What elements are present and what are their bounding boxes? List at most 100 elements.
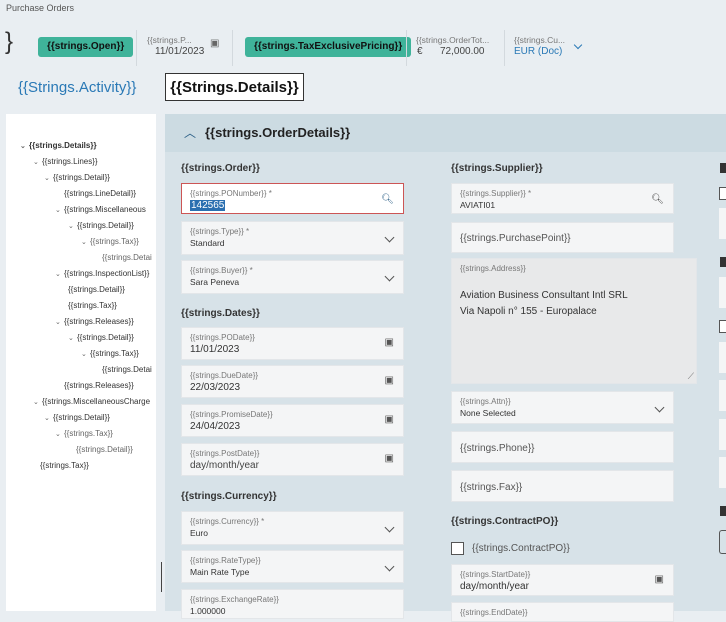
calendar-icon[interactable]: ▣ (655, 574, 664, 585)
resize-grip-icon[interactable]: ⟋ (688, 371, 694, 382)
chevron-down-icon[interactable]: ⌄ (68, 222, 77, 230)
exchange-rate-value[interactable]: 1.000000 (190, 606, 225, 616)
post-date-field[interactable]: {{strings.PostDate}} day/month/year ▣ (181, 443, 404, 476)
supplier-field[interactable]: {{strings.Supplier}} * AVIATI01 🔍︎ (451, 183, 674, 214)
chevron-up-icon[interactable]: ︿ (184, 124, 196, 141)
clipped-field[interactable] (719, 419, 726, 450)
chevron-down-icon[interactable] (384, 232, 395, 243)
due-date-input[interactable]: 22/03/2023 (190, 382, 240, 393)
chevron-down-icon[interactable]: ⌄ (33, 398, 42, 406)
attn-label: {{strings.Attn}} (460, 397, 511, 406)
calendar-icon[interactable]: ▣ (385, 414, 394, 425)
tree-item[interactable]: ⌄ {{strings.Detail}} (68, 221, 156, 230)
tab-details[interactable]: {{Strings.Details}} (165, 73, 304, 101)
header-bar (0, 0, 726, 118)
po-number-field[interactable]: {{strings.PONumber}} * 142565 🔍︎ (181, 183, 404, 214)
tree-item[interactable]: ⌄ {{strings.Tax}} (81, 237, 156, 246)
supplier-value[interactable]: AVIATI01 (460, 200, 495, 210)
tree-item[interactable]: {{strings.Tax}} (68, 301, 156, 310)
phone-field[interactable]: {{strings.Phone}} (451, 431, 674, 463)
tree-item[interactable]: {{strings.Tax}} (40, 461, 156, 470)
tree-item[interactable]: {{strings.LineDetail}} (64, 189, 156, 198)
post-date-input[interactable]: day/month/year (190, 460, 259, 471)
resize-handle[interactable] (161, 562, 162, 592)
promise-date-input[interactable]: 24/04/2023 (190, 421, 240, 432)
calendar-icon[interactable]: ▣ (385, 453, 394, 464)
lookup-icon[interactable]: 🔍︎ (651, 194, 664, 205)
start-date-field[interactable]: {{strings.StartDate}} day/month/year ▣ (451, 564, 674, 596)
po-date-field[interactable]: {{strings.PODate}} 11/01/2023 ▣ (181, 327, 404, 360)
tree-item[interactable]: {{strings.Detai (102, 365, 156, 374)
start-date-input[interactable]: day/month/year (460, 581, 529, 592)
post-date-label: {{strings.PostDate}} (190, 449, 260, 458)
tree-item[interactable]: ⌄ {{strings.Tax}} (55, 429, 156, 438)
clipped-field[interactable] (719, 277, 726, 308)
due-date-field[interactable]: {{strings.DueDate}} 22/03/2023 ▣ (181, 365, 404, 398)
chevron-down-icon[interactable]: ⌄ (44, 174, 53, 182)
tree-item[interactable]: ⌄ {{strings.Details}} (20, 141, 156, 150)
attn-select[interactable]: {{strings.Attn}} None Selected (451, 391, 674, 424)
end-date-field[interactable]: {{strings.EndDate}} (451, 602, 674, 622)
tree-item-label: {{strings.LineDetail}} (64, 189, 137, 198)
chevron-down-icon[interactable] (384, 522, 395, 533)
calendar-icon[interactable]: ▣ (385, 375, 394, 386)
tree-item[interactable]: ⌄ {{strings.MiscellaneousCharge (33, 397, 156, 406)
chevron-down-icon[interactable]: ⌄ (68, 334, 77, 342)
collapse-brace-icon[interactable]: } (5, 30, 13, 54)
chevron-down-icon[interactable]: ⌄ (20, 142, 29, 150)
buyer-label: {{strings.Buyer}} * (190, 266, 253, 275)
contract-po-checkbox[interactable] (451, 542, 464, 555)
clipped-button[interactable] (719, 530, 726, 554)
type-select[interactable]: {{strings.Type}} * Standard (181, 221, 404, 255)
clipped-field[interactable] (719, 342, 726, 373)
tree-item[interactable]: ⌄ {{strings.Miscellaneous (55, 205, 156, 214)
chevron-down-icon[interactable] (384, 561, 395, 572)
buyer-select[interactable]: {{strings.Buyer}} * Sara Peneva (181, 260, 404, 294)
clipped-field[interactable] (719, 457, 726, 488)
currency-dropdown[interactable]: EUR (Doc) (514, 46, 562, 57)
tree-item[interactable]: ⌄ {{strings.Detail}} (44, 173, 156, 182)
po-date-input[interactable]: 11/01/2023 (190, 344, 239, 355)
clipped-field[interactable] (719, 380, 726, 411)
rate-type-label: {{strings.RateType}} (190, 556, 261, 565)
tree-item[interactable]: ⌄ {{strings.Detail}} (68, 333, 156, 342)
clipped-checkbox[interactable] (719, 187, 726, 200)
chevron-down-icon[interactable]: ⌄ (81, 238, 90, 246)
status-badge: {{strings.Open}} (38, 37, 134, 57)
tree-item[interactable]: {{strings.Releases}} (64, 381, 156, 390)
tree-item[interactable]: ⌄ {{strings.Tax}} (81, 349, 156, 358)
chevron-down-icon[interactable]: ⌄ (55, 430, 64, 438)
tree-item[interactable]: ⌄ {{strings.InspectionList}} (55, 269, 156, 278)
chevron-down-icon[interactable] (654, 402, 665, 413)
calendar-icon[interactable]: ▣ (385, 337, 394, 348)
chevron-down-icon[interactable]: ⌄ (81, 350, 90, 358)
breadcrumb[interactable]: Purchase Orders (6, 3, 74, 13)
tab-activity[interactable]: {{Strings.Activity}} (18, 79, 136, 96)
calendar-icon[interactable]: ▣ (210, 38, 219, 49)
chevron-down-icon[interactable] (384, 271, 395, 282)
promise-date-field[interactable]: {{strings.PromiseDate}} 24/04/2023 ▣ (181, 404, 404, 437)
clipped-column-title (720, 257, 726, 267)
tree-item[interactable]: {{strings.Detail}} (68, 285, 156, 294)
chevron-down-icon[interactable]: ⌄ (33, 158, 42, 166)
fax-field[interactable]: {{strings.Fax}} (451, 470, 674, 502)
chevron-down-icon[interactable]: ⌄ (44, 414, 53, 422)
address-textarea[interactable]: {{strings.Address}} Aviation Business Co… (451, 258, 697, 384)
clipped-checkbox[interactable] (719, 320, 726, 333)
tree-item[interactable]: {{strings.Detai (102, 253, 156, 262)
chevron-down-icon[interactable]: ⌄ (55, 318, 64, 326)
tree-item[interactable]: ⌄ {{strings.Lines}} (33, 157, 156, 166)
po-number-value[interactable]: 142565 (190, 200, 226, 211)
divider (232, 30, 233, 66)
clipped-field[interactable] (719, 208, 726, 239)
tree-item[interactable]: ⌄ {{strings.Detail}} (44, 413, 156, 422)
rate-type-select[interactable]: {{strings.RateType}} Main Rate Type (181, 550, 404, 583)
chevron-down-icon[interactable]: ⌄ (55, 206, 64, 214)
currency-select[interactable]: {{strings.Currency}} * Euro (181, 511, 404, 545)
tree-item[interactable]: ⌄ {{strings.Releases}} (55, 317, 156, 326)
purchase-point-field[interactable]: {{strings.PurchasePoint}} (451, 222, 674, 253)
lookup-icon[interactable]: 🔍︎ (381, 194, 394, 205)
exchange-rate-field[interactable]: {{strings.ExchangeRate}} 1.000000 (181, 589, 404, 619)
chevron-down-icon[interactable]: ⌄ (55, 270, 64, 278)
tree-item[interactable]: {{strings.Detail}} (76, 445, 156, 454)
